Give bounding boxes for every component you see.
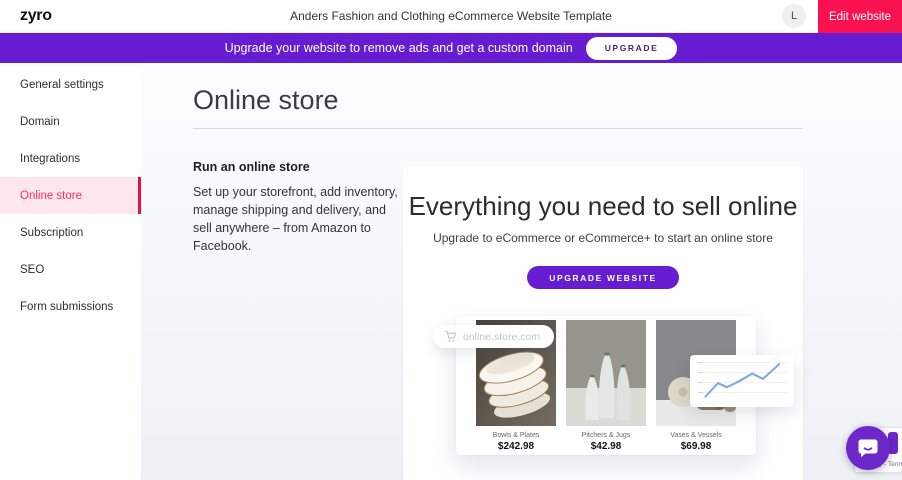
upsell-heading: Everything you need to sell online (403, 191, 803, 222)
sidebar-item-integrations[interactable]: Integrations (0, 140, 141, 177)
product-price: $242.98 (476, 441, 556, 452)
sidebar-item-label: General settings (20, 79, 104, 91)
account-avatar[interactable]: L (782, 4, 806, 28)
chat-smile-icon (856, 436, 880, 460)
upgrade-banner-message: Upgrade your website to remove ads and g… (225, 41, 573, 55)
zyro-logo[interactable]: zyro (20, 7, 52, 25)
sidebar-item-label: Form submissions (20, 301, 113, 313)
upgrade-website-button[interactable]: UPGRADE WEBSITE (527, 266, 679, 289)
section-title: Run an online store (193, 160, 403, 174)
cart-icon (444, 330, 457, 343)
site-title: Anders Fashion and Clothing eCommerce We… (0, 9, 902, 23)
sidebar-item-label: Subscription (20, 227, 83, 239)
title-divider (193, 128, 803, 129)
edit-website-button[interactable]: Edit website (818, 0, 902, 33)
product-name: Pitchers & Jugs (566, 432, 646, 439)
sidebar-item-subscription[interactable]: Subscription (0, 214, 141, 251)
main-content: Online store Run an online store Set up … (141, 63, 902, 480)
chat-button[interactable] (846, 426, 890, 470)
sidebar-item-online-store[interactable]: Online store (0, 177, 141, 214)
sidebar-item-label: SEO (20, 264, 44, 276)
upsell-panel: Everything you need to sell online Upgra… (403, 167, 803, 480)
product-name: Bowls & Plates (476, 432, 556, 439)
store-url-text: online.store.com (463, 331, 540, 343)
page-title: Online store (193, 85, 339, 116)
sidebar-item-general-settings[interactable]: General settings (0, 66, 141, 103)
active-item-indicator (138, 177, 141, 214)
sidebar-item-label: Domain (20, 116, 60, 128)
section-description: Set up your storefront, add inventory, m… (193, 183, 403, 255)
store-url-pill: online.store.com (433, 325, 554, 348)
product-price: $42.98 (566, 441, 646, 452)
sidebar-item-domain[interactable]: Domain (0, 103, 141, 140)
product-photo-pitchers (566, 320, 646, 426)
settings-sidebar: General settings Domain Integrations Onl… (0, 63, 141, 480)
sparkline-chart (700, 361, 790, 403)
sidebar-item-label: Online store (20, 190, 82, 202)
product-item: Pitchers & Jugs $42.98 (566, 320, 646, 455)
sidebar-item-seo[interactable]: SEO (0, 251, 141, 288)
sidebar-item-form-submissions[interactable]: Form submissions (0, 288, 141, 325)
upsell-subheading: Upgrade to eCommerce or eCommerce+ to st… (403, 231, 803, 245)
upgrade-banner: Upgrade your website to remove ads and g… (0, 33, 902, 63)
product-name: Vases & Vessels (656, 432, 736, 439)
banner-upgrade-button[interactable]: UPGRADE (586, 37, 678, 60)
sidebar-item-label: Integrations (20, 153, 80, 165)
section-info: Run an online store Set up your storefro… (193, 160, 403, 255)
top-bar: zyro Anders Fashion and Clothing eCommer… (0, 0, 902, 33)
sales-chart-card (690, 355, 794, 407)
product-price: $69.98 (656, 441, 736, 452)
